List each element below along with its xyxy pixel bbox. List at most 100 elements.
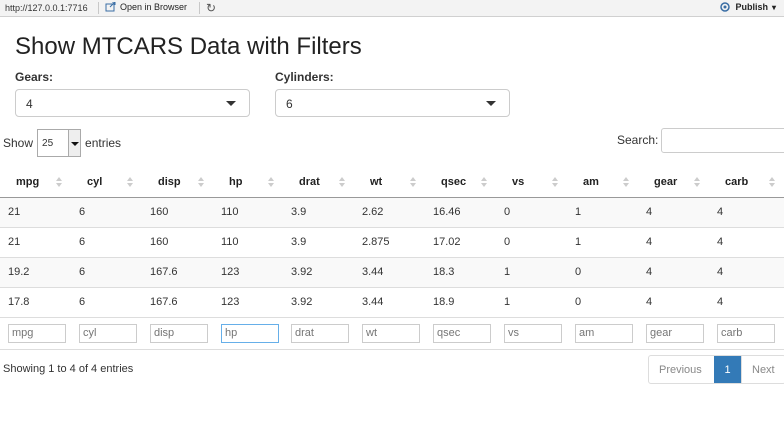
filter-input-wt[interactable] [362,323,420,343]
column-header-qsec[interactable]: qsec [425,168,496,198]
page-1-button[interactable]: 1 [714,356,741,383]
next-button[interactable]: Next [741,356,784,383]
caret-down-icon [486,101,496,106]
column-header-label: vs [512,176,525,189]
table-cell-hp: 123 [213,256,283,287]
table-cell-drat: 3.92 [283,256,354,287]
gears-select[interactable]: 4 [15,89,250,117]
table-cell-hp: 110 [213,226,283,257]
table-cell-qsec: 18.3 [425,256,496,287]
previous-button[interactable]: Previous [649,356,714,383]
filter-cell [71,316,142,350]
column-header-label: drat [299,176,320,189]
column-header-am[interactable]: am [567,168,638,198]
refresh-icon[interactable]: ↻ [206,1,216,15]
toolbar-divider [199,2,200,14]
table-header-row: mpg cyl disp hp drat wt qsec vs am gear carb [0,168,784,198]
table-cell-disp: 167.6 [142,256,213,287]
filter-input-cyl[interactable] [79,323,137,343]
column-header-drat[interactable]: drat [283,168,354,198]
search-input[interactable] [661,128,784,153]
table-cell-drat: 3.9 [283,196,354,227]
filter-cell [354,316,425,350]
open-in-browser-button[interactable]: Open in Browser [105,2,187,12]
column-header-hp[interactable]: hp [213,168,283,198]
filter-input-drat[interactable] [291,323,349,343]
table-cell-qsec: 17.02 [425,226,496,257]
table-cell-am: 0 [567,286,638,317]
toolbar-divider [98,2,99,14]
table-cell-am: 1 [567,196,638,227]
page-length-select[interactable]: 25 [37,129,82,157]
table-cell-drat: 3.92 [283,286,354,317]
filter-cell [709,316,784,350]
filter-input-qsec[interactable] [433,323,491,343]
table-cell-gear: 4 [638,256,709,287]
column-header-carb[interactable]: carb [709,168,784,198]
sort-icon [268,177,275,187]
column-header-vs[interactable]: vs [496,168,567,198]
table-cell-hp: 123 [213,286,283,317]
publish-icon [720,2,731,12]
filter-input-vs[interactable] [504,323,562,343]
table-cell-cyl: 6 [71,256,142,287]
table-cell-am: 0 [567,256,638,287]
column-header-mpg[interactable]: mpg [0,168,71,198]
column-header-gear[interactable]: gear [638,168,709,198]
length-control: Show 25 entries [3,129,121,157]
column-header-label: am [583,176,599,189]
sort-icon [694,177,701,187]
sort-icon [339,177,346,187]
filter-input-mpg[interactable] [8,323,66,343]
filter-cell [567,316,638,350]
table-cell-qsec: 16.46 [425,196,496,227]
table-cell-cyl: 6 [71,286,142,317]
table-cell-mpg: 19.2 [0,256,71,287]
filter-cell [425,316,496,350]
filter-input-am[interactable] [575,323,633,343]
table-cell-wt: 2.875 [354,226,425,257]
sort-icon [481,177,488,187]
page-title: Show MTCARS Data with Filters [15,33,362,60]
pagination: Previous 1 Next [648,355,784,384]
column-header-label: carb [725,176,749,189]
filter-cell [283,316,354,350]
show-label: Show [3,136,34,150]
filter-input-gear[interactable] [646,323,704,343]
table-cell-vs: 1 [496,256,567,287]
table-cell-mpg: 17.8 [0,286,71,317]
publish-label: Publish [735,2,768,12]
filter-cell [496,316,567,350]
column-header-cyl[interactable]: cyl [71,168,142,198]
column-filter-row [0,316,784,350]
filter-input-carb[interactable] [717,323,775,343]
sort-icon [56,177,63,187]
data-table: mpg cyl disp hp drat wt qsec vs am gear carb 21 6 16… [0,168,784,350]
column-header-label: hp [229,176,243,189]
filter-cell [142,316,213,350]
filter-input-hp[interactable] [221,323,279,343]
table-cell-disp: 160 [142,226,213,257]
table-cell-mpg: 21 [0,226,71,257]
publish-button[interactable]: Publish ▾ [719,2,776,12]
cylinders-label: Cylinders: [275,70,334,84]
table-cell-qsec: 18.9 [425,286,496,317]
sort-icon [127,177,134,187]
table-cell-wt: 3.44 [354,286,425,317]
sort-icon [769,177,776,187]
gears-label: Gears: [15,70,54,84]
table-cell-mpg: 21 [0,196,71,227]
chevron-down-icon: ▾ [771,2,776,12]
table-cell-vs: 0 [496,196,567,227]
column-header-label: qsec [441,176,467,189]
table-cell-cyl: 6 [71,196,142,227]
sort-icon [552,177,559,187]
column-header-disp[interactable]: disp [142,168,213,198]
table-cell-hp: 110 [213,196,283,227]
dropdown-arrow-icon [68,130,81,156]
column-header-wt[interactable]: wt [354,168,425,198]
cylinders-select[interactable]: 6 [275,89,510,117]
table-cell-carb: 4 [709,196,784,227]
filter-input-disp[interactable] [150,323,208,343]
table-cell-am: 1 [567,226,638,257]
